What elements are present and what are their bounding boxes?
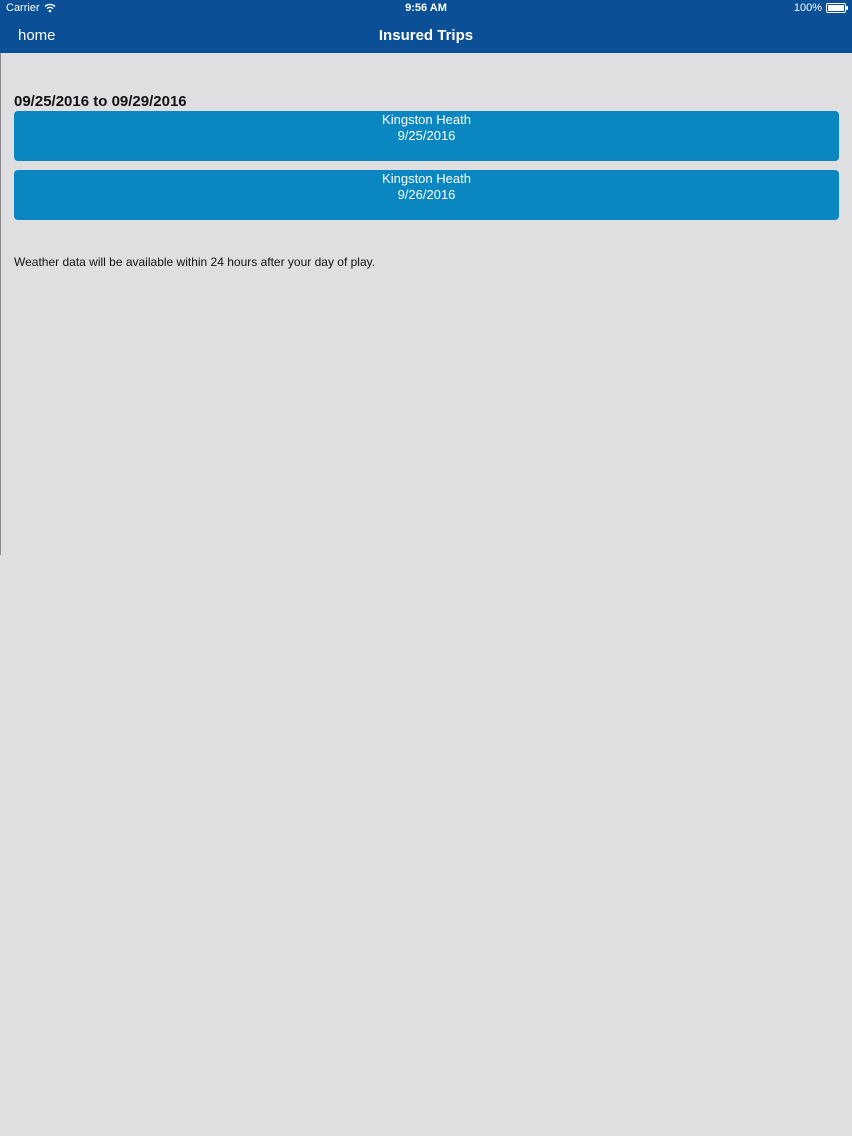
page-title: Insured Trips — [378, 27, 474, 44]
trip-date: 9/26/2016 — [397, 187, 456, 202]
trip-date: 9/25/2016 — [397, 128, 456, 143]
trips-content: 09/25/2016 to 09/29/2016 Kingston Heath … — [14, 53, 839, 269]
weather-availability-note: Weather data will be available within 24… — [14, 255, 376, 269]
trip-course-name: Kingston Heath — [382, 171, 471, 186]
date-range-heading: 09/25/2016 to 09/29/2016 — [14, 93, 187, 110]
status-right: 100% — [793, 2, 848, 14]
battery-icon — [826, 3, 848, 13]
trip-button[interactable]: Kingston Heath 9/25/2016 — [14, 111, 839, 161]
navigation-bar: home Insured Trips — [0, 18, 852, 53]
split-view-divider — [0, 53, 1, 555]
trip-course-name: Kingston Heath — [382, 112, 471, 127]
trip-button[interactable]: Kingston Heath 9/26/2016 — [14, 170, 839, 220]
battery-percentage: 100% — [793, 2, 822, 14]
status-time: 9:56 AM — [405, 2, 447, 14]
status-bar: Carrier 9:56 AM 100% — [0, 0, 852, 18]
